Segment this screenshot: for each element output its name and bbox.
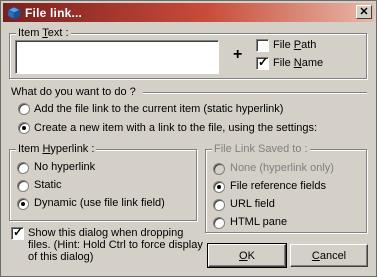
radio-none-hyperlink-only[interactable]: [213, 163, 225, 175]
radio-dynamic[interactable]: [17, 198, 29, 210]
title-bar[interactable]: File link... ✕: [3, 3, 374, 22]
create-new-item-label[interactable]: Create a new item with a link to the fil…: [34, 122, 317, 134]
show-dialog-checkbox[interactable]: ✓: [11, 225, 24, 240]
file-path-checkbox[interactable]: [256, 39, 269, 52]
radio-no-hyperlink[interactable]: [17, 162, 29, 174]
static-label[interactable]: Static: [34, 179, 62, 191]
radio-add-static-link[interactable]: [18, 103, 30, 115]
item-hyperlink-legend: Item Hyperlink :: [16, 143, 97, 155]
radio-static[interactable]: [17, 180, 29, 192]
add-static-link-label[interactable]: Add the file link to the current item (s…: [34, 103, 283, 115]
cancel-button-label: Cancel: [311, 249, 347, 262]
show-dialog-line3: of this dialog): [28, 251, 94, 263]
app-cube-icon: [7, 6, 21, 20]
show-dialog-hint[interactable]: Show this dialog when dropping files. (H…: [28, 227, 203, 263]
file-name-checkbox[interactable]: ✓: [256, 55, 269, 70]
file-name-label[interactable]: File Name: [273, 57, 323, 69]
radio-create-new-item[interactable]: [18, 122, 30, 134]
radio-dot: [21, 202, 25, 206]
ok-button[interactable]: OK: [207, 243, 287, 268]
no-hyperlink-label[interactable]: No hyperlink: [34, 161, 95, 173]
cancel-button[interactable]: Cancel: [290, 244, 368, 267]
action-separator: [143, 92, 367, 94]
file-reference-fields-label[interactable]: File reference fields: [230, 180, 326, 192]
file-link-dialog: File link... ✕ Item Text : + File Path ✓…: [0, 0, 377, 277]
check-mark-icon: ✓: [13, 225, 24, 239]
radio-dot: [22, 126, 26, 130]
radio-html-pane[interactable]: [213, 217, 225, 229]
none-hyperlink-only-label[interactable]: None (hyperlink only): [230, 162, 334, 174]
item-text-legend: Item Text :: [16, 27, 71, 39]
ok-button-label: OK: [239, 249, 255, 262]
dynamic-label[interactable]: Dynamic (use file link field): [34, 197, 165, 209]
file-path-label[interactable]: File Path: [273, 39, 316, 51]
plus-icon: +: [233, 46, 243, 63]
radio-url-field[interactable]: [213, 199, 225, 211]
action-header: What do you want to do ?: [11, 86, 136, 98]
radio-file-reference-fields[interactable]: [213, 181, 225, 193]
url-field-label[interactable]: URL field: [230, 198, 275, 210]
html-pane-label[interactable]: HTML pane: [230, 216, 287, 228]
item-text-input[interactable]: [15, 40, 219, 74]
show-dialog-line2: files. (Hint: Hold Ctrl to force display: [28, 239, 203, 251]
radio-dot: [217, 185, 221, 189]
close-button[interactable]: ✕: [356, 5, 372, 19]
window-title: File link...: [25, 5, 83, 20]
show-dialog-line1: Show this dialog when dropping: [28, 227, 184, 239]
check-mark-icon: ✓: [258, 55, 269, 69]
file-link-saved-legend: File Link Saved to :: [212, 143, 310, 155]
